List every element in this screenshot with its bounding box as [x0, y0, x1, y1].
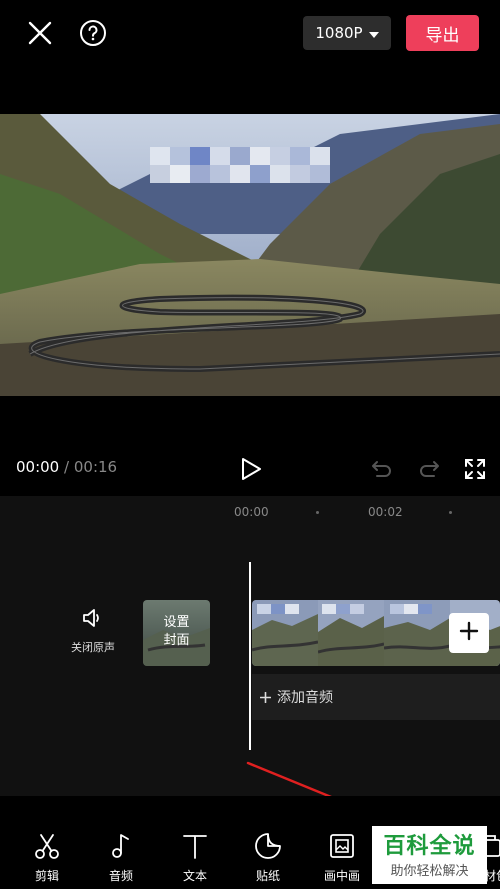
- scissors-icon: [33, 832, 61, 863]
- speaker-icon: [82, 608, 104, 632]
- total-time: 00:16: [73, 458, 118, 476]
- add-audio-button[interactable]: 添加音频: [252, 674, 500, 720]
- cover-label-line1: 设置: [163, 615, 190, 630]
- top-bar: 1080P 导出: [0, 0, 500, 80]
- toolbar-item-edit[interactable]: 剪辑: [17, 832, 77, 884]
- toolbar-item-label: 贴纸: [255, 869, 280, 883]
- toolbar-item-label: 画中画: [323, 869, 360, 883]
- mute-original-button[interactable]: [78, 608, 108, 632]
- redo-icon[interactable]: [417, 457, 441, 481]
- ruler-tick: 00:02: [368, 505, 403, 519]
- current-time: 00:00: [16, 458, 60, 476]
- toolbar-item-sticker[interactable]: 贴纸: [238, 832, 298, 884]
- mute-original-label[interactable]: 关闭原声: [64, 639, 122, 655]
- toolbar-item-label: 文本: [182, 869, 207, 883]
- pixelated-title-overlay: [150, 147, 330, 183]
- time-separator: /: [64, 458, 70, 476]
- add-clip-button[interactable]: [449, 613, 489, 653]
- watermark-subtitle: 助你轻松解决: [390, 864, 469, 879]
- playback-time: 00:00 / 00:16: [16, 458, 117, 476]
- sticker-icon: [254, 832, 282, 863]
- watermark-logo: 百科全说 助你轻松解决: [372, 826, 487, 884]
- add-audio-label: 添加音频: [277, 690, 333, 706]
- fullscreen-icon[interactable]: [463, 457, 487, 481]
- resolution-label: 1080P: [315, 24, 363, 42]
- ruler-dot: [316, 511, 319, 514]
- toolbar-item-label: 音频: [108, 869, 133, 883]
- clip-thumbnail: [384, 600, 450, 666]
- close-icon[interactable]: [25, 18, 55, 48]
- undo-icon[interactable]: [370, 457, 394, 481]
- toolbar-item-text[interactable]: 文本: [165, 832, 225, 884]
- plus-icon: [459, 621, 479, 645]
- resolution-dropdown[interactable]: 1080P: [303, 16, 391, 50]
- export-button[interactable]: 导出: [406, 15, 479, 51]
- cover-label-line2: 封面: [163, 633, 190, 648]
- toolbar-item-label: 剪辑: [34, 869, 59, 883]
- play-icon[interactable]: [238, 456, 264, 482]
- ruler-tick: 00:00: [234, 505, 269, 519]
- music-note-icon: [107, 832, 135, 863]
- watermark-title: 百科全说: [383, 834, 476, 859]
- playhead[interactable]: [249, 562, 251, 750]
- picture-in-picture-icon: [328, 832, 356, 863]
- caret-down-icon: [368, 24, 379, 42]
- clip-thumbnail: [318, 600, 384, 666]
- export-label: 导出: [425, 25, 460, 46]
- clip-thumbnail: [252, 600, 318, 666]
- toolbar-item-pip[interactable]: 画中画: [312, 832, 372, 884]
- toolbar-item-audio[interactable]: 音频: [91, 832, 151, 884]
- set-cover-button[interactable]: 设置 封面: [143, 600, 210, 666]
- ruler-dot: [449, 511, 452, 514]
- help-icon[interactable]: [78, 18, 108, 48]
- cover-label: 设置 封面: [143, 614, 210, 650]
- text-icon: [181, 832, 209, 863]
- plus-icon: [260, 691, 271, 703]
